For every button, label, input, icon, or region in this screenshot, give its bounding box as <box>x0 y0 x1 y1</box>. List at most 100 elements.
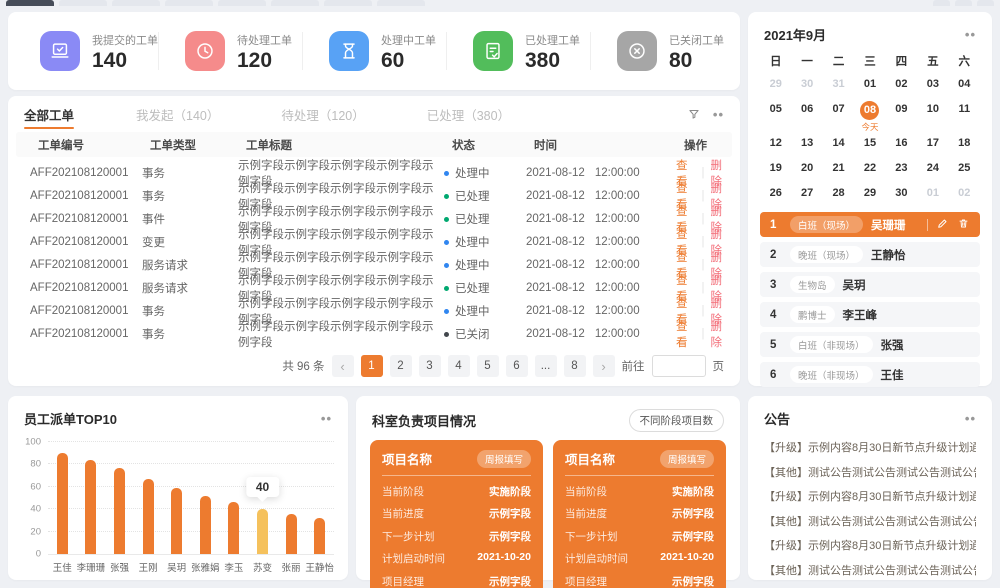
top-tab[interactable] <box>6 0 54 6</box>
weekly-report-button[interactable]: 周报填写 <box>477 450 531 468</box>
bar[interactable] <box>200 496 211 554</box>
bar[interactable] <box>171 488 182 554</box>
tab-已处理（380）[interactable]: 已处理（380） <box>427 96 510 132</box>
calendar-day[interactable]: 24 <box>917 158 948 183</box>
calendar-day-today[interactable]: 08今天 <box>854 99 885 133</box>
bar[interactable] <box>314 518 325 554</box>
announcement-item[interactable]: 【升级】示例内容8月30日新节点升级计划通知 <box>764 436 976 461</box>
calendar-day[interactable]: 07 <box>823 99 854 124</box>
delete-link[interactable]: 删除 <box>711 318 731 350</box>
calendar-day[interactable]: 29 <box>854 183 885 208</box>
top-tab[interactable] <box>59 0 107 6</box>
calendar-day[interactable]: 15 <box>854 133 885 158</box>
calendar-day[interactable]: 02 <box>886 74 917 99</box>
bar[interactable] <box>286 514 297 554</box>
next-page-button[interactable]: › <box>593 355 615 377</box>
calendar-day[interactable]: 02 <box>949 183 980 208</box>
top-tab[interactable] <box>324 0 372 6</box>
calendar-day[interactable]: 06 <box>791 99 822 124</box>
calendar-day[interactable]: 16 <box>886 133 917 158</box>
bar[interactable] <box>114 468 125 554</box>
calendar-day[interactable]: 31 <box>823 74 854 99</box>
top-mini-tab[interactable] <box>933 0 950 6</box>
shift-row[interactable]: 2晚班（现场）王静怡 <box>760 242 980 267</box>
prev-page-button[interactable]: ‹ <box>332 355 354 377</box>
column-header: 工单编号 <box>38 137 150 153</box>
page-button[interactable]: 2 <box>390 355 412 377</box>
bar[interactable] <box>57 453 68 554</box>
calendar-day[interactable]: 17 <box>917 133 948 158</box>
bar[interactable] <box>143 479 154 554</box>
top-tab[interactable] <box>271 0 319 6</box>
more-icon[interactable]: •• <box>965 28 976 41</box>
calendar-day[interactable]: 14 <box>823 133 854 158</box>
more-icon[interactable]: •• <box>965 412 976 425</box>
edit-icon[interactable] <box>936 217 949 233</box>
actions-separator: | <box>702 236 705 248</box>
view-link[interactable]: 查看 <box>676 318 696 350</box>
more-icon[interactable]: •• <box>321 412 332 425</box>
announcement-item[interactable]: 【其他】测试公告测试公告测试公告测试公告测试公告 <box>764 559 976 584</box>
more-icon[interactable]: •• <box>713 108 724 121</box>
calendar-day[interactable]: 22 <box>854 158 885 183</box>
bar[interactable] <box>85 460 96 554</box>
top-tab[interactable] <box>165 0 213 6</box>
calendar-day[interactable]: 26 <box>760 183 791 208</box>
shift-number: 4 <box>770 309 782 321</box>
field-label: 当前进度 <box>565 506 607 521</box>
calendar-day[interactable]: 01 <box>854 74 885 99</box>
calendar-day[interactable]: 18 <box>949 133 980 158</box>
calendar-day[interactable]: 03 <box>917 74 948 99</box>
top-mini-tab[interactable] <box>977 0 994 6</box>
page-button[interactable]: ... <box>535 355 557 377</box>
goto-page-input[interactable] <box>652 355 706 377</box>
stage-filter-button[interactable]: 不同阶段项目数 <box>629 409 725 432</box>
top-tab[interactable] <box>218 0 266 6</box>
top-tab[interactable] <box>112 0 160 6</box>
calendar-day[interactable]: 27 <box>791 183 822 208</box>
shift-row[interactable]: 3生物岛吴玥 <box>760 272 980 297</box>
tab-全部工单[interactable]: 全部工单 <box>24 96 74 132</box>
shift-row[interactable]: 4鹏博士李王峰 <box>760 302 980 327</box>
page-button[interactable]: 5 <box>477 355 499 377</box>
page-button[interactable]: 1 <box>361 355 383 377</box>
calendar-day[interactable]: 30 <box>886 183 917 208</box>
calendar-day[interactable]: 25 <box>949 158 980 183</box>
shift-row[interactable]: 1白班（现场）吴珊珊 <box>760 212 980 237</box>
calendar-day[interactable]: 11 <box>949 99 980 124</box>
bar[interactable] <box>228 502 239 554</box>
shift-row[interactable]: 6晚班（非现场）王佳 <box>760 362 980 387</box>
calendar-day[interactable]: 13 <box>791 133 822 158</box>
announcement-item[interactable]: 【升级】示例内容8月30日新节点升级计划通知 <box>764 534 976 559</box>
filter-icon[interactable] <box>687 107 701 121</box>
weekly-report-button[interactable]: 周报填写 <box>660 450 714 468</box>
tab-我发起（140）[interactable]: 我发起（140） <box>136 96 219 132</box>
calendar-day[interactable]: 28 <box>823 183 854 208</box>
calendar-day[interactable]: 21 <box>823 158 854 183</box>
tab-待处理（120）[interactable]: 待处理（120） <box>281 96 364 132</box>
calendar-day[interactable]: 20 <box>791 158 822 183</box>
top-mini-tab[interactable] <box>955 0 972 6</box>
calendar-day[interactable]: 19 <box>760 158 791 183</box>
page-button[interactable]: 6 <box>506 355 528 377</box>
calendar-day[interactable]: 12 <box>760 133 791 158</box>
bar[interactable] <box>257 509 268 554</box>
calendar-day[interactable]: 29 <box>760 74 791 99</box>
page-button[interactable]: 8 <box>564 355 586 377</box>
page-button[interactable]: 3 <box>419 355 441 377</box>
calendar-day[interactable]: 01 <box>917 183 948 208</box>
calendar-day[interactable]: 09 <box>886 99 917 124</box>
top-tab[interactable] <box>377 0 425 6</box>
announcement-item[interactable]: 【升级】示例内容8月30日新节点升级计划通知 <box>764 485 976 510</box>
y-tick-label: 20 <box>30 526 41 537</box>
calendar-day[interactable]: 30 <box>791 74 822 99</box>
calendar-day[interactable]: 23 <box>886 158 917 183</box>
calendar-day[interactable]: 10 <box>917 99 948 124</box>
trash-icon[interactable] <box>957 217 970 233</box>
page-button[interactable]: 4 <box>448 355 470 377</box>
calendar-day[interactable]: 04 <box>949 74 980 99</box>
announcement-item[interactable]: 【其他】测试公告测试公告测试公告测试公告测试公告 <box>764 510 976 535</box>
shift-row[interactable]: 5白班（非现场）张强 <box>760 332 980 357</box>
announcement-item[interactable]: 【其他】测试公告测试公告测试公告测试公告测试公告 <box>764 461 976 486</box>
calendar-day[interactable]: 05 <box>760 99 791 124</box>
